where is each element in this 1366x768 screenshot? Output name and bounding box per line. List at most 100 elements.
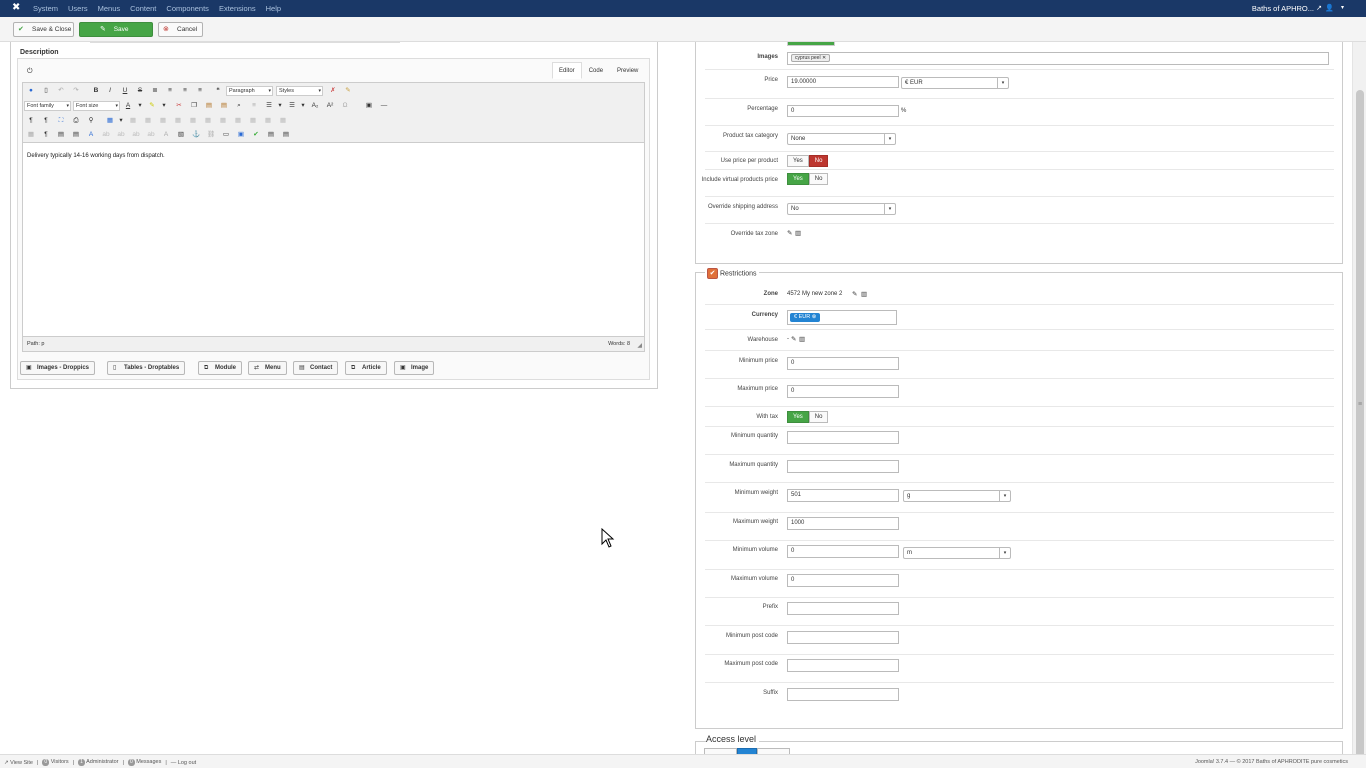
numbered-list-dropdown-icon[interactable]: ▾	[275, 101, 285, 111]
menu-button[interactable]: ⇄ Menu	[248, 361, 287, 375]
attribs-icon[interactable]: A	[161, 130, 171, 140]
include-virtual-toggle[interactable]: Yes No	[787, 173, 829, 185]
delete-col-icon[interactable]: ▦	[233, 116, 243, 126]
images-input[interactable]	[787, 52, 1329, 65]
menu-components[interactable]: Components	[166, 4, 209, 13]
price-currency-select[interactable]: € EUR ▾	[901, 77, 1009, 89]
menu-menus[interactable]: Menus	[98, 4, 121, 13]
min-weight-input[interactable]: 501	[787, 489, 899, 502]
visual-aid-icon[interactable]: ▦	[26, 130, 36, 140]
align-left-icon[interactable]: ≡	[180, 86, 190, 96]
image-insert-icon[interactable]: ▧	[176, 130, 186, 140]
new-document-icon[interactable]: ▯	[41, 86, 51, 96]
module-button[interactable]: ⧉ Module	[198, 361, 242, 375]
copy-icon[interactable]: ❐	[189, 101, 199, 111]
images-droppics-button[interactable]: ▣ Images - Droppics	[20, 361, 96, 375]
menu-system[interactable]: System	[33, 4, 58, 13]
max-volume-input[interactable]: 0	[787, 574, 899, 587]
abbr-icon[interactable]: ab	[101, 130, 111, 140]
char-map-icon[interactable]: Ω	[340, 101, 350, 111]
tab-preview[interactable]: Preview	[610, 62, 645, 79]
acronym-icon[interactable]: ab	[116, 130, 126, 140]
save-button[interactable]: ✎ Save	[79, 22, 153, 37]
use-price-toggle[interactable]: Yes No	[787, 155, 829, 167]
yes-option[interactable]: Yes	[787, 173, 809, 185]
bullet-list-icon[interactable]: ☰	[287, 101, 297, 111]
align-right-icon[interactable]: ≡	[195, 86, 205, 96]
media-icon[interactable]: ▣	[236, 130, 246, 140]
edit-icon[interactable]: ✎	[852, 290, 857, 298]
eraser-icon[interactable]: ✎	[343, 86, 353, 96]
show-blocks-icon[interactable]: ¶	[41, 130, 51, 140]
joomla-logo-icon[interactable]: ✖	[12, 3, 22, 13]
edit-icon[interactable]: ✎	[791, 335, 796, 343]
del-icon[interactable]: ab	[146, 130, 156, 140]
tables-droptables-button[interactable]: ▯ Tables - Droptables	[107, 361, 186, 375]
volume-unit-select[interactable]: m ▾	[903, 547, 1011, 559]
currency-tag[interactable]: € EUR ⊗	[790, 313, 821, 322]
bullet-list-dropdown-icon[interactable]: ▾	[298, 101, 308, 111]
view-site-link[interactable]: ↗ View Site	[4, 760, 33, 766]
bold-icon[interactable]: B	[91, 86, 101, 96]
tab-code[interactable]: Code	[582, 62, 610, 79]
highlight-icon[interactable]: ✎	[147, 101, 157, 111]
yes-option[interactable]: Yes	[787, 411, 809, 423]
blockquote-icon[interactable]: ❝	[213, 86, 223, 96]
image-button[interactable]: ▣ Image	[394, 361, 435, 375]
no-option[interactable]: No	[808, 173, 829, 185]
superscript-icon[interactable]: A²	[325, 101, 335, 111]
menu-help[interactable]: Help	[266, 4, 281, 13]
cleanup-icon[interactable]: ✔	[251, 130, 261, 140]
link-icon[interactable]: ⛓	[206, 130, 216, 140]
merge-cells-icon[interactable]: ▦	[263, 116, 273, 126]
horizontal-rule-icon[interactable]: —	[379, 101, 389, 111]
italic-icon[interactable]: I	[105, 86, 115, 96]
split-cells-icon[interactable]: ▦	[248, 116, 258, 126]
table-cell-props-icon[interactable]: ▦	[143, 116, 153, 126]
menu-extensions[interactable]: Extensions	[219, 4, 256, 13]
messages-status[interactable]: 0 Messages	[127, 759, 161, 766]
text-color-dropdown-icon[interactable]: ▾	[135, 101, 145, 111]
code-icon[interactable]: ▤	[266, 130, 276, 140]
max-post-input[interactable]	[787, 659, 899, 672]
trash-icon[interactable]: ▥	[799, 335, 805, 343]
ins-icon[interactable]: ab	[131, 130, 141, 140]
readmore-icon[interactable]: ▤	[281, 130, 291, 140]
edit-icon[interactable]: ✎	[787, 229, 792, 237]
text-color-icon[interactable]: A	[123, 101, 133, 111]
suffix-input[interactable]	[787, 688, 899, 701]
trash-icon[interactable]: ▥	[795, 229, 801, 237]
print-icon[interactable]: ⎙	[71, 116, 81, 126]
no-option[interactable]: No	[808, 155, 829, 167]
col-after-icon[interactable]: ▦	[218, 116, 228, 126]
undo-icon[interactable]: ↶	[56, 86, 66, 96]
spellcheck-icon[interactable]: A	[86, 130, 96, 140]
unlink-icon[interactable]: ▭	[221, 130, 231, 140]
preview-icon[interactable]: ▤	[56, 130, 66, 140]
hr-icon[interactable]: ≡	[249, 101, 259, 111]
save-close-button[interactable]: ✔ Save & Close	[13, 22, 74, 37]
table-icon[interactable]: ▦	[105, 116, 115, 126]
prefix-input[interactable]	[787, 602, 899, 615]
strikethrough-icon[interactable]: S	[135, 86, 145, 96]
redo-icon[interactable]: ↷	[71, 86, 81, 96]
table-dropdown-icon[interactable]: ▾	[116, 116, 126, 126]
anchor-icon[interactable]: ⚓	[191, 130, 201, 140]
price-input[interactable]: 19.00000	[787, 76, 899, 88]
remove-tag-icon[interactable]: ✕	[822, 55, 826, 61]
highlight-dropdown-icon[interactable]: ▾	[159, 101, 169, 111]
weight-unit-select[interactable]: g ▾	[903, 490, 1011, 502]
font-family-select[interactable]: Font family	[24, 101, 71, 111]
underline-icon[interactable]: U	[120, 86, 130, 96]
article-button[interactable]: ⧉ Article	[345, 361, 387, 375]
help-icon[interactable]: ●	[26, 86, 36, 96]
max-qty-input[interactable]	[787, 460, 899, 473]
clear-formatting-icon[interactable]: ✗	[328, 86, 338, 96]
tax-category-select[interactable]: None ▾	[787, 133, 896, 145]
font-size-select[interactable]: Font size	[73, 101, 120, 111]
max-weight-input[interactable]: 1000	[787, 517, 899, 530]
page-scrollbar[interactable]: ≡	[1352, 42, 1366, 766]
editor-content[interactable]: Delivery typically 14-16 working days fr…	[27, 153, 165, 159]
table-delete-icon[interactable]: ▦	[278, 116, 288, 126]
fullscreen-icon[interactable]: ⛶	[56, 116, 66, 126]
